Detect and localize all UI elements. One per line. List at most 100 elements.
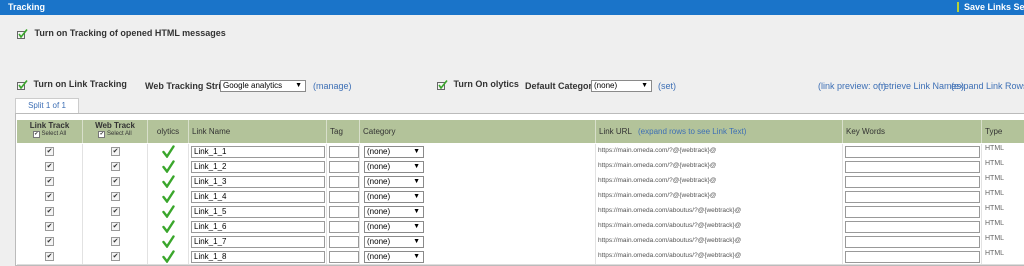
olytics-cell: [148, 234, 189, 249]
category-cell: (none) ▼: [360, 249, 596, 264]
category-select[interactable]: (none) ▼: [364, 146, 424, 158]
olytics-cell: [148, 189, 189, 204]
link-name-input[interactable]: Link_1_6: [191, 221, 325, 233]
link-name-input[interactable]: Link_1_1: [191, 146, 325, 158]
key-words-input[interactable]: [845, 176, 980, 188]
tag-input[interactable]: [329, 176, 359, 188]
green-check-icon[interactable]: [162, 220, 175, 233]
category-cell: (none) ▼: [360, 144, 596, 159]
expand-link-rows-link[interactable]: (expand Link Rows): [951, 81, 1024, 91]
tag-input[interactable]: [329, 251, 359, 263]
category-select[interactable]: (none) ▼: [364, 251, 424, 263]
category-value: (none): [367, 207, 391, 216]
html-tracking-option[interactable]: Turn on Tracking of opened HTML messages: [17, 28, 226, 39]
select-all-web-track[interactable]: ✔ Select All: [83, 131, 147, 138]
chevron-down-icon: ▼: [413, 163, 420, 170]
chevron-down-icon: ▼: [413, 208, 420, 215]
web-track-checkbox[interactable]: ✔: [111, 192, 120, 201]
link-name-cell: Link_1_5: [189, 204, 327, 219]
save-links-settings-button[interactable]: Save Links Settings: [957, 2, 1024, 12]
web-track-checkbox[interactable]: ✔: [111, 252, 120, 261]
type-cell: HTML: [982, 249, 1024, 264]
green-check-icon[interactable]: [162, 160, 175, 173]
link-track-checkbox[interactable]: ✔: [45, 162, 54, 171]
category-select[interactable]: (none) ▼: [364, 206, 424, 218]
col-web-track-label: Web Track: [95, 121, 135, 130]
category-select[interactable]: (none) ▼: [364, 191, 424, 203]
tag-input[interactable]: [329, 191, 359, 203]
web-track-checkbox[interactable]: ✔: [111, 207, 120, 216]
category-select[interactable]: (none) ▼: [364, 176, 424, 188]
link-track-checkbox[interactable]: ✔: [45, 207, 54, 216]
type-text: HTML: [985, 235, 1005, 242]
select-all-label: Select All: [41, 131, 67, 137]
key-words-input[interactable]: [845, 206, 980, 218]
chevron-down-icon: ▼: [413, 253, 420, 260]
checkbox-checked-icon[interactable]: [17, 28, 28, 39]
key-words-input[interactable]: [845, 161, 980, 173]
web-track-checkbox[interactable]: ✔: [111, 237, 120, 246]
link-name-input[interactable]: Link_1_2: [191, 161, 325, 173]
checkbox-checked-icon[interactable]: ✔: [32, 131, 40, 138]
link-url-cell: https://main.omeda.com/aboutus/?@{webtra…: [596, 219, 843, 234]
key-words-cell: [843, 204, 982, 219]
tag-input[interactable]: [329, 146, 359, 158]
category-select[interactable]: (none) ▼: [364, 161, 424, 173]
green-check-icon[interactable]: [162, 145, 175, 158]
top-bar: Tracking Save Links Settings: [0, 0, 1024, 15]
green-check-icon[interactable]: [162, 235, 175, 248]
link-name-input[interactable]: Link_1_4: [191, 191, 325, 203]
select-all-label: Select All: [106, 131, 132, 137]
default-category-select[interactable]: (none) ▼: [591, 80, 652, 92]
key-words-cell: [843, 219, 982, 234]
link-name-input[interactable]: Link_1_8: [191, 251, 325, 263]
green-check-icon[interactable]: [162, 205, 175, 218]
link-preview-toggle[interactable]: (link preview: on): [818, 81, 886, 91]
tag-input[interactable]: [329, 236, 359, 248]
expand-rows-link[interactable]: (expand rows to see Link Text): [638, 127, 746, 136]
link-name-input[interactable]: Link_1_5: [191, 206, 325, 218]
link-track-checkbox[interactable]: ✔: [45, 252, 54, 261]
key-words-input[interactable]: [845, 221, 980, 233]
link-name-input[interactable]: Link_1_3: [191, 176, 325, 188]
link-name-input[interactable]: Link_1_7: [191, 236, 325, 248]
link-track-checkbox[interactable]: ✔: [45, 147, 54, 156]
key-words-input[interactable]: [845, 251, 980, 263]
web-track-checkbox[interactable]: ✔: [111, 147, 120, 156]
link-track-checkbox[interactable]: ✔: [45, 177, 54, 186]
web-track-checkbox[interactable]: ✔: [111, 162, 120, 171]
key-words-input[interactable]: [845, 191, 980, 203]
checkbox-checked-icon[interactable]: ✔: [98, 131, 106, 138]
link-track-checkbox[interactable]: ✔: [45, 192, 54, 201]
green-check-icon[interactable]: [162, 175, 175, 188]
category-cell: (none) ▼: [360, 189, 596, 204]
set-link[interactable]: (set): [658, 81, 676, 91]
web-track-checkbox[interactable]: ✔: [111, 222, 120, 231]
checkbox-checked-icon[interactable]: [17, 79, 28, 90]
manage-link[interactable]: (manage): [313, 81, 352, 91]
green-check-icon[interactable]: [162, 250, 175, 263]
tag-input[interactable]: [329, 221, 359, 233]
link-tracking-option[interactable]: Turn on Link Tracking: [17, 79, 127, 90]
link-track-checkbox[interactable]: ✔: [45, 222, 54, 231]
web-track-checkbox[interactable]: ✔: [111, 177, 120, 186]
link-track-checkbox[interactable]: ✔: [45, 237, 54, 246]
tag-input[interactable]: [329, 206, 359, 218]
col-link-track-label: Link Track: [29, 121, 70, 130]
key-words-input[interactable]: [845, 236, 980, 248]
col-tag: Tag: [327, 120, 360, 143]
link-track-cell: ✔: [17, 234, 83, 249]
web-tracking-select[interactable]: Google analytics ▼: [220, 80, 306, 92]
tag-input[interactable]: [329, 161, 359, 173]
tag-cell: [327, 219, 360, 234]
tab-split-1[interactable]: Split 1 of 1: [15, 98, 79, 113]
olytics-option[interactable]: Turn On olytics: [437, 79, 519, 90]
key-words-input[interactable]: [845, 146, 980, 158]
green-check-icon[interactable]: [162, 190, 175, 203]
link-track-cell: ✔: [17, 219, 83, 234]
category-select[interactable]: (none) ▼: [364, 221, 424, 233]
category-select[interactable]: (none) ▼: [364, 236, 424, 248]
select-all-link-track[interactable]: ✔ Select All: [17, 131, 82, 138]
checkbox-checked-icon[interactable]: [437, 79, 448, 90]
link-name-cell: Link_1_3: [189, 174, 327, 189]
